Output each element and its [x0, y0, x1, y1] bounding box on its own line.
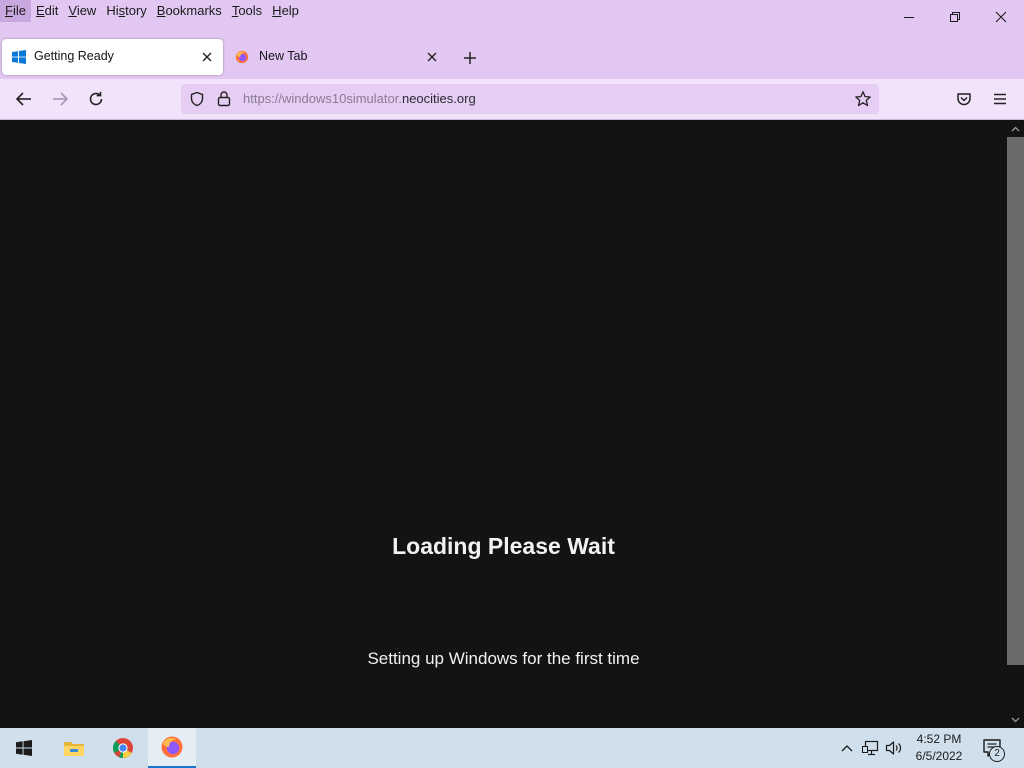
minimize-icon: [904, 17, 914, 18]
firefox-icon: [235, 50, 249, 64]
tab-getting-ready[interactable]: Getting Ready: [2, 39, 223, 75]
tab-title: New Tab: [259, 49, 308, 63]
volume-button[interactable]: [884, 738, 904, 758]
menu-bookmarks[interactable]: Bookmarks: [152, 0, 227, 22]
clock-time: 4:52 PM: [916, 732, 962, 746]
pocket-button[interactable]: [950, 85, 978, 113]
tab-strip: Getting Ready New Tab: [0, 37, 1024, 79]
close-icon: [427, 52, 437, 62]
page-content: Loading Please Wait Setting up Windows f…: [0, 120, 1007, 728]
navigation-toolbar: https://windows10simulator.neocities.org: [0, 79, 1024, 120]
url-text: https://windows10simulator.neocities.org: [243, 91, 476, 106]
arrow-left-icon: [15, 92, 31, 106]
menu-help[interactable]: Help: [267, 0, 304, 22]
url-prefix: https://windows10simulator.: [243, 91, 402, 106]
tab-new-tab[interactable]: New Tab: [227, 39, 448, 75]
restore-icon: [950, 12, 960, 22]
menu-bar: File Edit View History Bookmarks Tools H…: [0, 0, 1024, 37]
back-button[interactable]: [10, 85, 38, 113]
chrome-icon: [112, 738, 133, 759]
forward-button[interactable]: [46, 85, 74, 113]
loading-heading: Loading Please Wait: [392, 533, 615, 559]
menu-view[interactable]: View: [63, 0, 101, 22]
reload-button[interactable]: [82, 85, 110, 113]
menu-edit[interactable]: Edit: [31, 0, 63, 22]
new-tab-button[interactable]: [458, 46, 482, 70]
menu-tools[interactable]: Tools: [227, 0, 267, 22]
show-hidden-icons-button[interactable]: [837, 738, 857, 758]
clock[interactable]: 4:52 PM 6/5/2022: [902, 731, 976, 765]
folder-icon: [64, 742, 84, 756]
close-tab-button[interactable]: [197, 47, 217, 67]
lock-icon[interactable]: [217, 90, 231, 107]
windows-logo-icon: [12, 50, 26, 64]
network-button[interactable]: [861, 738, 881, 758]
chevron-up-icon: [1011, 126, 1020, 131]
url-host: neocities.org: [401, 91, 476, 106]
app-menu-button[interactable]: [986, 85, 1014, 113]
taskbar: 4:52 PM 6/5/2022 2: [0, 728, 1024, 768]
loading-subtitle: Setting up Windows for the first time: [367, 649, 640, 668]
menu-file[interactable]: File: [0, 0, 31, 22]
tab-title: Getting Ready: [34, 49, 114, 63]
scrollbar-thumb[interactable]: [1007, 137, 1024, 665]
close-icon: [995, 11, 1007, 23]
plus-icon: [464, 52, 476, 64]
menu-history[interactable]: History: [101, 0, 151, 22]
scroll-up-button[interactable]: [1007, 120, 1024, 137]
close-icon: [202, 52, 212, 62]
restore-button[interactable]: [932, 0, 978, 34]
star-icon[interactable]: [854, 90, 872, 108]
file-explorer-button[interactable]: [50, 728, 98, 768]
windows-logo-icon: [16, 740, 32, 756]
chevron-up-icon: [841, 745, 853, 752]
network-icon: [862, 740, 879, 756]
speaker-icon: [885, 741, 902, 755]
arrow-right-icon: [53, 92, 69, 106]
firefox-taskbar-button[interactable]: [148, 728, 196, 768]
minimize-button[interactable]: [886, 0, 932, 34]
vertical-scrollbar[interactable]: [1007, 120, 1024, 728]
start-button[interactable]: [0, 728, 48, 768]
close-window-button[interactable]: [978, 0, 1024, 34]
chevron-down-icon: [1011, 717, 1020, 722]
menu-items: File Edit View History Bookmarks Tools H…: [0, 0, 304, 22]
hamburger-menu-icon: [994, 93, 1006, 105]
notification-count-badge: 2: [989, 746, 1005, 762]
clock-date: 6/5/2022: [915, 749, 963, 763]
pocket-icon: [957, 93, 971, 106]
chrome-button[interactable]: [99, 728, 147, 768]
shield-icon[interactable]: [189, 91, 205, 107]
scroll-down-button[interactable]: [1007, 711, 1024, 728]
reload-icon: [89, 91, 103, 106]
url-bar[interactable]: https://windows10simulator.neocities.org: [181, 84, 879, 114]
firefox-icon: [161, 736, 183, 758]
close-tab-button[interactable]: [422, 47, 442, 67]
